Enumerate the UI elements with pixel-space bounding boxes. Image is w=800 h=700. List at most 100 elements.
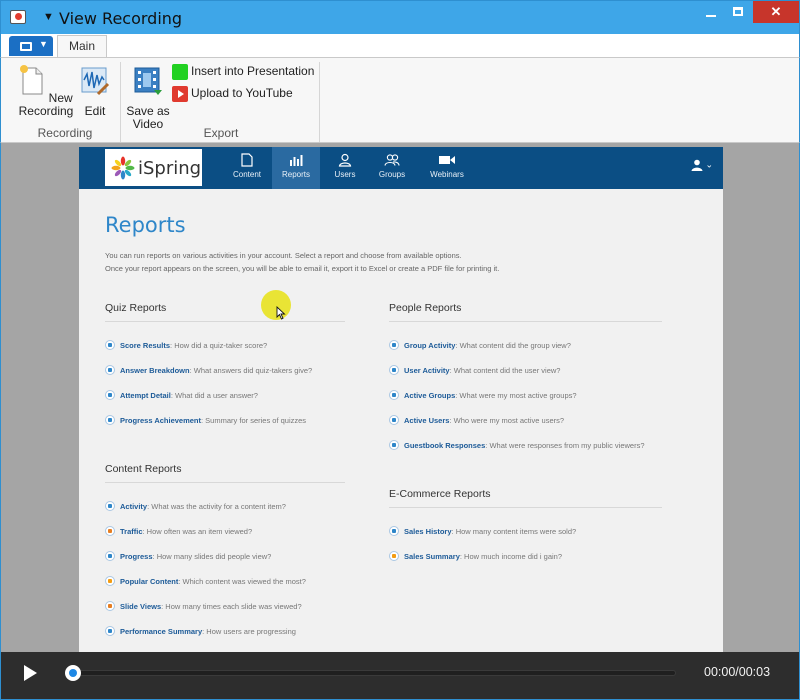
report-link[interactable]: Slide Views bbox=[120, 602, 161, 611]
report-link[interactable]: Performance Summary bbox=[120, 627, 202, 636]
report-link[interactable]: Group Activity bbox=[404, 341, 455, 350]
report-link[interactable]: Sales Summary bbox=[404, 552, 460, 561]
report-link[interactable]: Traffic bbox=[120, 527, 143, 536]
report-link[interactable]: User Activity bbox=[404, 366, 450, 375]
edit-button[interactable]: Edit bbox=[77, 64, 113, 118]
report-description: : How many content items were sold? bbox=[451, 527, 577, 536]
report-link[interactable]: Answer Breakdown bbox=[120, 366, 190, 375]
report-link[interactable]: Progress bbox=[120, 552, 153, 561]
section-divider bbox=[105, 482, 345, 483]
report-description: : What were responses from my public vie… bbox=[485, 441, 645, 450]
presentation-icon bbox=[172, 63, 188, 80]
report-link[interactable]: Active Users bbox=[404, 416, 449, 425]
report-description: : What content did the user view? bbox=[449, 366, 561, 375]
list-item: Progress: How many slides did people vie… bbox=[105, 551, 272, 562]
section-divider bbox=[389, 507, 662, 508]
seek-track[interactable] bbox=[65, 670, 676, 676]
video-camera-icon bbox=[439, 156, 455, 164]
ribbon-tab-row: ▼ Main bbox=[0, 34, 800, 58]
report-link[interactable]: Progress Achievement bbox=[120, 416, 201, 425]
ispring-logo[interactable]: iSpring bbox=[105, 149, 202, 186]
report-link[interactable]: Attempt Detail bbox=[120, 391, 171, 400]
report-icon bbox=[389, 526, 399, 537]
list-item: Active Users: Who were my most active us… bbox=[389, 415, 565, 426]
nav-webinars[interactable]: Webinars bbox=[419, 147, 475, 189]
intro-text: You can run reports on various activitie… bbox=[105, 249, 665, 275]
video-stage[interactable]: iSpring Content Reports Users Groups Web… bbox=[0, 143, 800, 652]
list-item: Sales Summary: How much income did i gai… bbox=[389, 551, 563, 562]
export-group-label: Export bbox=[203, 126, 239, 140]
bar-chart-icon bbox=[290, 155, 303, 166]
logo-text: iSpring bbox=[138, 158, 202, 179]
ispring-flower-icon bbox=[111, 156, 135, 180]
report-icon bbox=[105, 390, 115, 401]
intro-line-1: You can run reports on various activitie… bbox=[105, 251, 462, 260]
report-icon bbox=[389, 415, 399, 426]
play-icon[interactable] bbox=[24, 665, 37, 681]
nav-reports-label: Reports bbox=[281, 170, 310, 179]
user-icon bbox=[338, 153, 352, 167]
report-link[interactable]: Popular Content bbox=[120, 577, 178, 586]
seek-handle[interactable] bbox=[65, 665, 81, 681]
report-description: : How many slides did people view? bbox=[152, 552, 272, 561]
list-item: Progress Achievement: Summary for series… bbox=[105, 415, 306, 426]
title-bar: ▼ View Recording ✕ bbox=[0, 0, 800, 34]
group-divider bbox=[120, 62, 121, 142]
upload-to-youtube-button[interactable]: Upload to YouTube bbox=[172, 84, 293, 102]
user-menu[interactable]: ⌄ bbox=[691, 159, 713, 171]
tab-main[interactable]: Main bbox=[57, 35, 107, 58]
nav-groups[interactable]: Groups bbox=[368, 147, 416, 189]
ecommerce-reports-heading: E-Commerce Reports bbox=[389, 488, 491, 500]
document-icon bbox=[241, 153, 253, 167]
close-button[interactable]: ✕ bbox=[753, 1, 799, 23]
youtube-icon bbox=[172, 85, 188, 102]
list-item: Guestbook Responses: What were responses… bbox=[389, 440, 645, 451]
report-link[interactable]: Sales History bbox=[404, 527, 452, 536]
report-icon bbox=[105, 526, 115, 537]
report-description: : Which content was viewed the most? bbox=[178, 577, 306, 586]
page-title: Reports bbox=[105, 213, 186, 237]
maximize-button[interactable] bbox=[725, 1, 751, 23]
report-link[interactable]: Active Groups bbox=[404, 391, 455, 400]
section-divider bbox=[105, 321, 345, 322]
group-divider bbox=[319, 62, 320, 142]
insert-into-presentation-label: Insert into Presentation bbox=[191, 64, 315, 78]
report-link[interactable]: Score Results bbox=[120, 341, 170, 350]
report-icon bbox=[389, 340, 399, 351]
record-app-icon[interactable] bbox=[10, 10, 26, 24]
save-as-video-button[interactable]: Save as Video bbox=[125, 64, 171, 131]
content-reports-heading: Content Reports bbox=[105, 463, 182, 475]
report-description: : How users are progressing bbox=[202, 627, 296, 636]
nav-users[interactable]: Users bbox=[321, 147, 369, 189]
people-reports-heading: People Reports bbox=[389, 302, 462, 314]
report-description: : How much income did i gain? bbox=[459, 552, 563, 561]
report-icon bbox=[105, 601, 115, 612]
new-document-icon bbox=[20, 65, 43, 95]
quick-access-dropdown-icon[interactable]: ▼ bbox=[43, 11, 54, 23]
list-item: Sales History: How many content items we… bbox=[389, 526, 577, 537]
report-description: : Who were my most active users? bbox=[449, 416, 565, 425]
list-item: Popular Content: Which content was viewe… bbox=[105, 576, 306, 587]
file-menu-button[interactable]: ▼ bbox=[9, 36, 53, 56]
nav-content-label: Content bbox=[232, 170, 262, 179]
minimize-button[interactable] bbox=[697, 1, 725, 23]
timecode: 00:00/00:03 bbox=[704, 665, 771, 679]
report-icon bbox=[389, 440, 399, 451]
report-icon bbox=[105, 551, 115, 562]
report-link[interactable]: Guestbook Responses bbox=[404, 441, 485, 450]
insert-into-presentation-button[interactable]: Insert into Presentation bbox=[172, 62, 314, 80]
playback-bar: 00:00/00:03 bbox=[0, 652, 800, 700]
report-icon bbox=[389, 390, 399, 401]
report-icon bbox=[105, 365, 115, 376]
report-link[interactable]: Activity bbox=[120, 502, 147, 511]
upload-to-youtube-label: Upload to YouTube bbox=[191, 86, 293, 100]
nav-reports[interactable]: Reports bbox=[272, 147, 320, 189]
nav-groups-label: Groups bbox=[378, 170, 406, 179]
list-item: User Activity: What content did the user… bbox=[389, 365, 561, 376]
nav-users-label: Users bbox=[334, 170, 356, 179]
section-divider bbox=[389, 321, 662, 322]
new-recording-button[interactable]: New Recording bbox=[15, 64, 77, 118]
report-icon bbox=[105, 576, 115, 587]
chevron-down-icon: ⌄ bbox=[705, 159, 714, 170]
nav-content[interactable]: Content bbox=[223, 147, 271, 189]
